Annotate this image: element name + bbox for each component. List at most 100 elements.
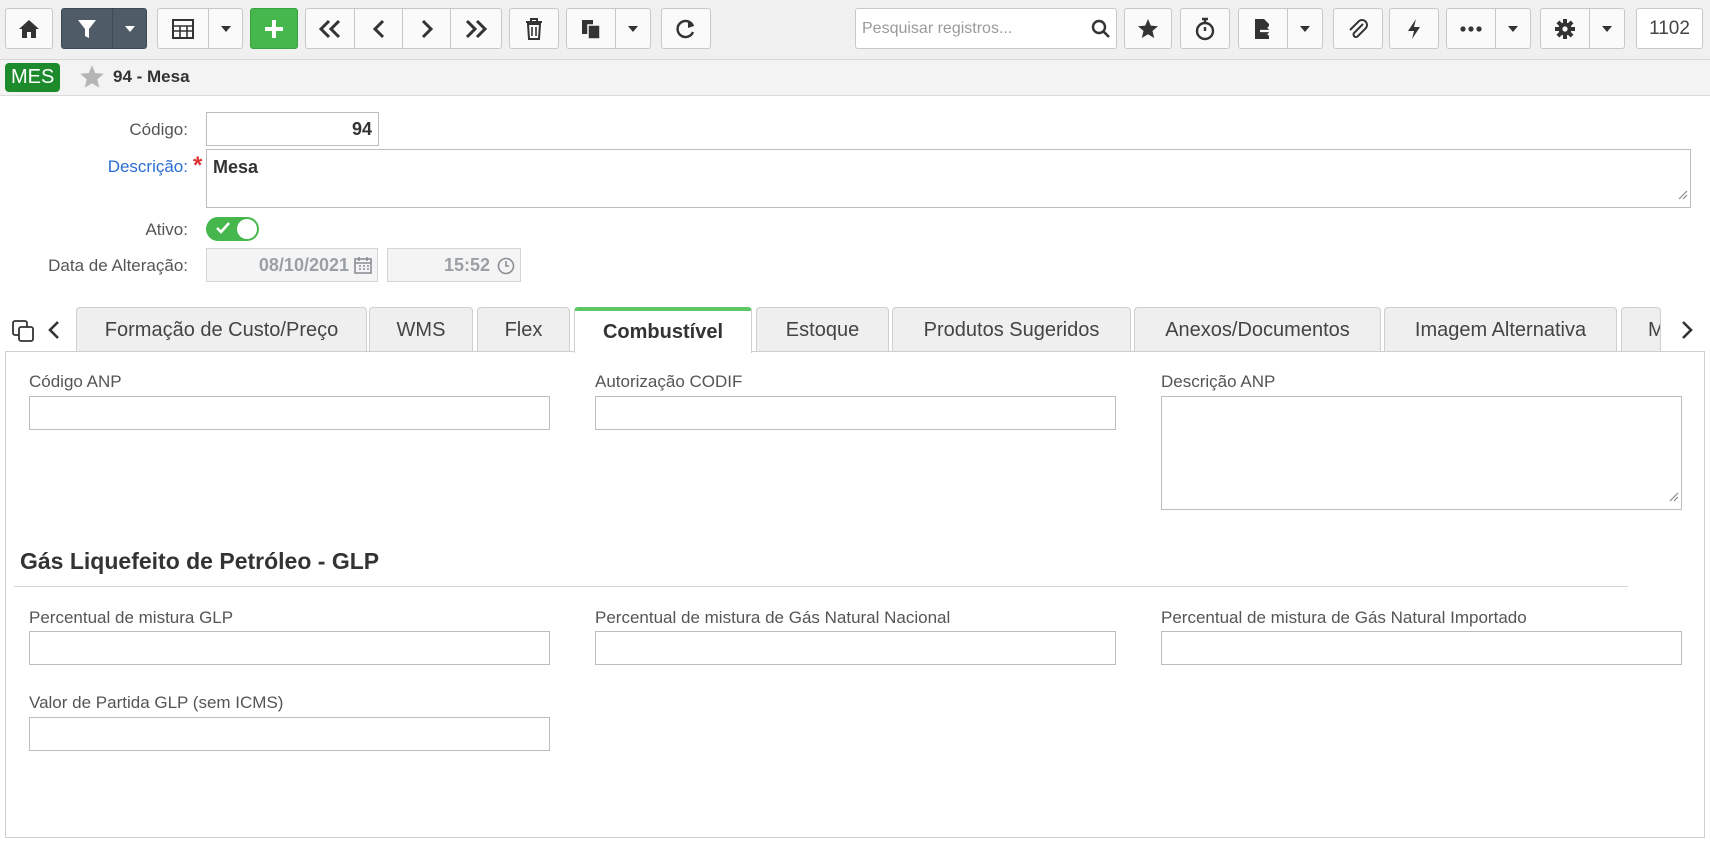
filter-icon xyxy=(77,18,97,40)
page-title: 94 - Mesa xyxy=(113,67,190,86)
trash-icon xyxy=(525,17,543,40)
next-record-button[interactable] xyxy=(403,8,451,49)
resize-handle-icon[interactable] xyxy=(1676,184,1688,205)
first-record-button[interactable] xyxy=(305,8,355,49)
tabs-scroll-right-icon[interactable] xyxy=(1680,320,1694,345)
glp-section-title: Gás Liquefeito de Petróleo - GLP xyxy=(20,548,380,574)
record-header: MES 94 - Mesa xyxy=(0,60,1710,96)
plus-icon xyxy=(263,18,285,40)
module-badge: MES xyxy=(5,63,61,92)
tab-wms[interactable]: WMS xyxy=(369,307,473,352)
more-dropdown-button[interactable] xyxy=(1496,8,1531,49)
caret-down-icon xyxy=(1299,25,1311,33)
gear-icon xyxy=(1554,18,1576,40)
tab-combustivel[interactable]: Combustível xyxy=(574,307,752,353)
data-alteracao-date-field: 08/10/2021 xyxy=(206,248,378,282)
ellipsis-icon xyxy=(1460,25,1482,32)
chevron-left-icon xyxy=(372,19,386,39)
ativo-toggle[interactable] xyxy=(206,217,259,241)
date-value: 08/10/2021 xyxy=(258,255,349,275)
refresh-button[interactable] xyxy=(661,8,711,49)
double-chevron-left-icon xyxy=(318,19,342,39)
copy-dropdown-button[interactable] xyxy=(616,8,651,49)
tab-estoque[interactable]: Estoque xyxy=(756,307,889,352)
caret-down-icon xyxy=(1601,25,1613,33)
autorizacao-codif-input[interactable] xyxy=(595,396,1116,430)
tab-anexos-documentos[interactable]: Anexos/Documentos xyxy=(1134,307,1381,352)
required-asterisk: * xyxy=(193,152,203,179)
ativo-label: Ativo: xyxy=(145,220,188,239)
actions-button[interactable] xyxy=(1389,8,1439,49)
data-alteracao-label: Data de Alteração: xyxy=(48,256,188,275)
codigo-anp-input[interactable] xyxy=(29,396,550,430)
toggle-knob xyxy=(237,219,257,239)
grid-icon xyxy=(172,18,194,39)
descricao-anp-label: Descrição ANP xyxy=(1161,372,1276,391)
perc-gni-input[interactable] xyxy=(1161,631,1682,665)
descricao-value: Mesa xyxy=(213,157,259,177)
filter-button[interactable] xyxy=(61,8,113,49)
codigo-label: Código: xyxy=(129,120,188,139)
delete-button[interactable] xyxy=(509,8,559,49)
settings-dropdown-button[interactable] xyxy=(1590,8,1625,49)
perc-glp-input[interactable] xyxy=(29,631,550,665)
export-button[interactable] xyxy=(1238,8,1288,49)
resize-handle-icon[interactable] xyxy=(1667,489,1679,507)
perc-gnn-input[interactable] xyxy=(595,631,1116,665)
tab-produtos-sugeridos[interactable]: Produtos Sugeridos xyxy=(892,307,1131,352)
descricao-field[interactable]: Mesa xyxy=(206,149,1691,208)
clock-icon xyxy=(497,257,515,280)
refresh-icon xyxy=(675,18,697,40)
calendar-icon xyxy=(354,257,372,279)
add-record-button[interactable] xyxy=(250,8,298,49)
valor-partida-input[interactable] xyxy=(29,717,550,751)
tabs-scroll-left-icon[interactable] xyxy=(47,320,61,345)
bolt-icon xyxy=(1406,18,1422,40)
check-icon xyxy=(215,221,231,240)
timer-button[interactable] xyxy=(1180,8,1230,49)
stopwatch-icon xyxy=(1194,17,1216,41)
descricao-label: Descrição: xyxy=(107,157,188,176)
tab-flex[interactable]: Flex xyxy=(477,307,570,352)
descricao-anp-textarea[interactable] xyxy=(1161,396,1682,510)
copy-button[interactable] xyxy=(566,8,616,49)
settings-button[interactable] xyxy=(1540,8,1590,49)
export-dropdown-button[interactable] xyxy=(1288,8,1323,49)
codigo-field[interactable]: 94 xyxy=(206,112,379,146)
attachments-button[interactable] xyxy=(1333,8,1383,49)
chevron-right-icon xyxy=(420,19,434,39)
grid-view-button[interactable] xyxy=(157,8,209,49)
home-button[interactable] xyxy=(5,8,53,49)
star-icon xyxy=(1137,18,1159,39)
tab-imagem-alternativa[interactable]: Imagem Alternativa xyxy=(1384,307,1617,352)
perc-gni-label: Percentual de mistura de Gás Natural Imp… xyxy=(1161,608,1527,627)
record-counter: 1102 xyxy=(1636,8,1703,49)
export-icon xyxy=(1252,18,1274,40)
more-button[interactable] xyxy=(1446,8,1496,49)
double-chevron-right-icon xyxy=(464,19,488,39)
tab-list-icon[interactable] xyxy=(11,319,35,348)
valor-partida-label: Valor de Partida GLP (sem ICMS) xyxy=(29,693,284,712)
toolbar: 1102 xyxy=(0,0,1710,60)
caret-down-icon xyxy=(627,25,639,33)
search-icon[interactable] xyxy=(1086,19,1116,39)
search-input[interactable] xyxy=(856,9,1086,48)
grid-view-dropdown-button[interactable] xyxy=(209,8,243,49)
filter-dropdown-button[interactable] xyxy=(113,8,147,49)
tab-more[interactable]: M xyxy=(1621,307,1661,352)
search-box xyxy=(855,8,1117,49)
favorite-button[interactable] xyxy=(1124,8,1172,49)
favorite-star-icon[interactable] xyxy=(79,64,105,94)
autorizacao-codif-label: Autorização CODIF xyxy=(595,372,743,391)
home-icon xyxy=(18,19,40,39)
prev-record-button[interactable] xyxy=(355,8,403,49)
perc-glp-label: Percentual de mistura GLP xyxy=(29,608,234,627)
section-divider xyxy=(14,586,1628,587)
perc-gnn-label: Percentual de mistura de Gás Natural Nac… xyxy=(595,608,951,627)
caret-down-icon xyxy=(220,25,232,33)
last-record-button[interactable] xyxy=(451,8,502,49)
paperclip-icon xyxy=(1347,18,1369,40)
tab-formacao-custo-preco[interactable]: Formação de Custo/Preço xyxy=(76,307,367,352)
time-value: 15:52 xyxy=(443,255,490,275)
caret-down-icon xyxy=(124,25,136,33)
